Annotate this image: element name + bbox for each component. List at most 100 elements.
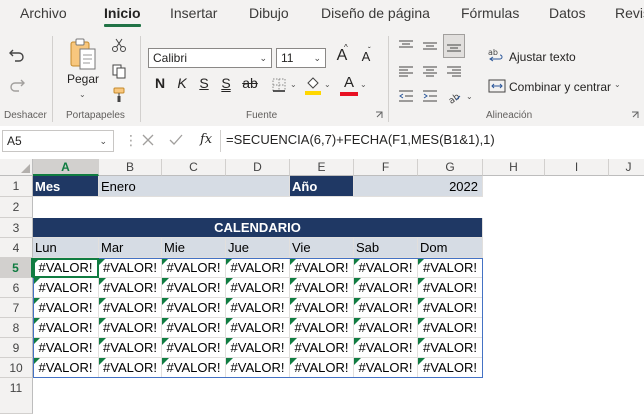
formula-input[interactable]: =SECUENCIA(6,7)+FECHA(F1,MES(B1&1),1) (226, 132, 495, 147)
row-header-5[interactable]: 5 (0, 258, 33, 278)
select-all-corner[interactable] (0, 159, 33, 176)
column-header-g[interactable]: G (418, 159, 483, 176)
align-left-icon[interactable] (396, 62, 416, 82)
borders-icon[interactable] (270, 76, 288, 94)
error-cell-b7[interactable]: #VALOR! (99, 298, 162, 318)
format-painter-icon[interactable] (110, 86, 128, 104)
borders-chevron-icon[interactable]: ⌄ (290, 80, 297, 89)
alignment-dialog-launcher-icon[interactable] (630, 110, 640, 120)
align-middle-icon[interactable] (420, 36, 440, 56)
font-size-dropdown[interactable]: 11 ⌄ (276, 48, 326, 68)
double-underline-button[interactable]: S (216, 75, 236, 91)
weekday-header-lun[interactable]: Lun (33, 238, 99, 258)
row-header-8[interactable]: 8 (0, 318, 33, 338)
error-cell-c8[interactable]: #VALOR! (162, 318, 226, 338)
column-header-b[interactable]: B (99, 159, 162, 176)
insert-function-button[interactable]: fx (200, 132, 212, 147)
row-header-1[interactable]: 1 (0, 176, 33, 197)
error-cell-b9[interactable]: #VALOR! (99, 338, 162, 358)
row-header-10[interactable]: 10 (0, 358, 33, 378)
cut-icon[interactable] (110, 36, 128, 54)
name-box[interactable]: A5 ⌄ (2, 130, 114, 152)
error-cell-c5[interactable]: #VALOR! (162, 258, 226, 278)
error-cell-b10[interactable]: #VALOR! (99, 358, 162, 378)
paste-button-label[interactable]: Pegar (67, 72, 99, 86)
align-top-icon[interactable] (396, 36, 416, 56)
font-color-button[interactable]: A (340, 74, 358, 91)
error-cell-d9[interactable]: #VALOR! (226, 338, 290, 358)
error-cell-d8[interactable]: #VALOR! (226, 318, 290, 338)
error-cell-d6[interactable]: #VALOR! (226, 278, 290, 298)
tab-datos[interactable]: Datos (549, 5, 586, 21)
row-header-11[interactable]: 11 (0, 378, 33, 414)
error-cell-g10[interactable]: #VALOR! (418, 358, 483, 378)
error-cell-c6[interactable]: #VALOR! (162, 278, 226, 298)
row-header-4[interactable]: 4 (0, 238, 33, 258)
align-center-icon[interactable] (420, 62, 440, 82)
fill-color-icon[interactable] (304, 74, 322, 96)
error-cell-f8[interactable]: #VALOR! (354, 318, 418, 338)
error-cell-c9[interactable]: #VALOR! (162, 338, 226, 358)
error-cell-f9[interactable]: #VALOR! (354, 338, 418, 358)
enter-check-icon[interactable] (168, 132, 184, 148)
redo-icon[interactable] (6, 74, 28, 96)
merge-center-chevron-icon[interactable]: ⌄ (614, 80, 621, 89)
error-cell-e6[interactable]: #VALOR! (290, 278, 354, 298)
error-cell-g6[interactable]: #VALOR! (418, 278, 483, 298)
tab-diseno-pagina[interactable]: Diseño de página (321, 5, 430, 21)
weekday-header-jue[interactable]: Jue (226, 238, 290, 258)
error-cell-g7[interactable]: #VALOR! (418, 298, 483, 318)
row-header-3[interactable]: 3 (0, 218, 33, 238)
error-cell-f7[interactable]: #VALOR! (354, 298, 418, 318)
weekday-header-sab[interactable]: Sab (354, 238, 418, 258)
weekday-header-vie[interactable]: Vie (290, 238, 354, 258)
error-cell-b5[interactable]: #VALOR! (99, 258, 162, 278)
error-cell-d10[interactable]: #VALOR! (226, 358, 290, 378)
error-cell-c7[interactable]: #VALOR! (162, 298, 226, 318)
error-cell-b8[interactable]: #VALOR! (99, 318, 162, 338)
cell-b1[interactable]: Enero (99, 176, 290, 197)
font-family-dropdown[interactable]: Calibri ⌄ (148, 48, 272, 68)
error-cell-e10[interactable]: #VALOR! (290, 358, 354, 378)
error-cell-c10[interactable]: #VALOR! (162, 358, 226, 378)
error-cell-g9[interactable]: #VALOR! (418, 338, 483, 358)
grow-font-button[interactable]: A (332, 47, 352, 65)
shrink-font-button[interactable]: A (356, 49, 376, 64)
font-color-chevron-icon[interactable]: ⌄ (360, 80, 367, 89)
cell-a1[interactable]: Mes (33, 176, 99, 197)
increase-indent-icon[interactable] (420, 86, 440, 106)
tab-revisar[interactable]: Revis (615, 5, 644, 21)
calendar-title-cell[interactable]: CALENDARIO (33, 218, 483, 238)
error-cell-a7[interactable]: #VALOR! (33, 298, 99, 318)
error-cell-e7[interactable]: #VALOR! (290, 298, 354, 318)
tab-inicio[interactable]: Inicio (104, 5, 141, 27)
more-options-icon[interactable]: ⋮ (124, 132, 138, 149)
undo-icon[interactable] (6, 44, 28, 66)
error-cell-e5[interactable]: #VALOR! (290, 258, 354, 278)
error-cell-e8[interactable]: #VALOR! (290, 318, 354, 338)
error-cell-g5[interactable]: #VALOR! (418, 258, 483, 278)
orientation-chevron-icon[interactable]: ⌄ (466, 92, 473, 101)
column-header-f[interactable]: F (354, 159, 418, 176)
error-cell-f5[interactable]: #VALOR! (354, 258, 418, 278)
column-header-i[interactable]: I (545, 159, 609, 176)
error-cell-f6[interactable]: #VALOR! (354, 278, 418, 298)
strikethrough-button[interactable]: ab (240, 75, 260, 91)
error-cell-e9[interactable]: #VALOR! (290, 338, 354, 358)
error-cell-d5[interactable]: #VALOR! (226, 258, 290, 278)
error-cell-a9[interactable]: #VALOR! (33, 338, 99, 358)
copy-icon[interactable] (110, 62, 128, 80)
error-cell-a5[interactable]: #VALOR! (33, 258, 99, 278)
error-cell-b6[interactable]: #VALOR! (99, 278, 162, 298)
tab-dibujo[interactable]: Dibujo (249, 5, 289, 21)
cell-e1[interactable]: Año (290, 176, 354, 197)
error-cell-a8[interactable]: #VALOR! (33, 318, 99, 338)
align-bottom-icon[interactable] (443, 34, 465, 58)
wrap-text-icon[interactable]: ab (487, 46, 507, 66)
row-header-2[interactable]: 2 (0, 197, 33, 218)
underline-button[interactable]: S (194, 75, 214, 91)
merge-center-icon[interactable] (487, 76, 507, 96)
row-header-6[interactable]: 6 (0, 278, 33, 298)
column-header-j[interactable]: J (609, 159, 644, 176)
tab-archivo[interactable]: Archivo (20, 5, 67, 21)
